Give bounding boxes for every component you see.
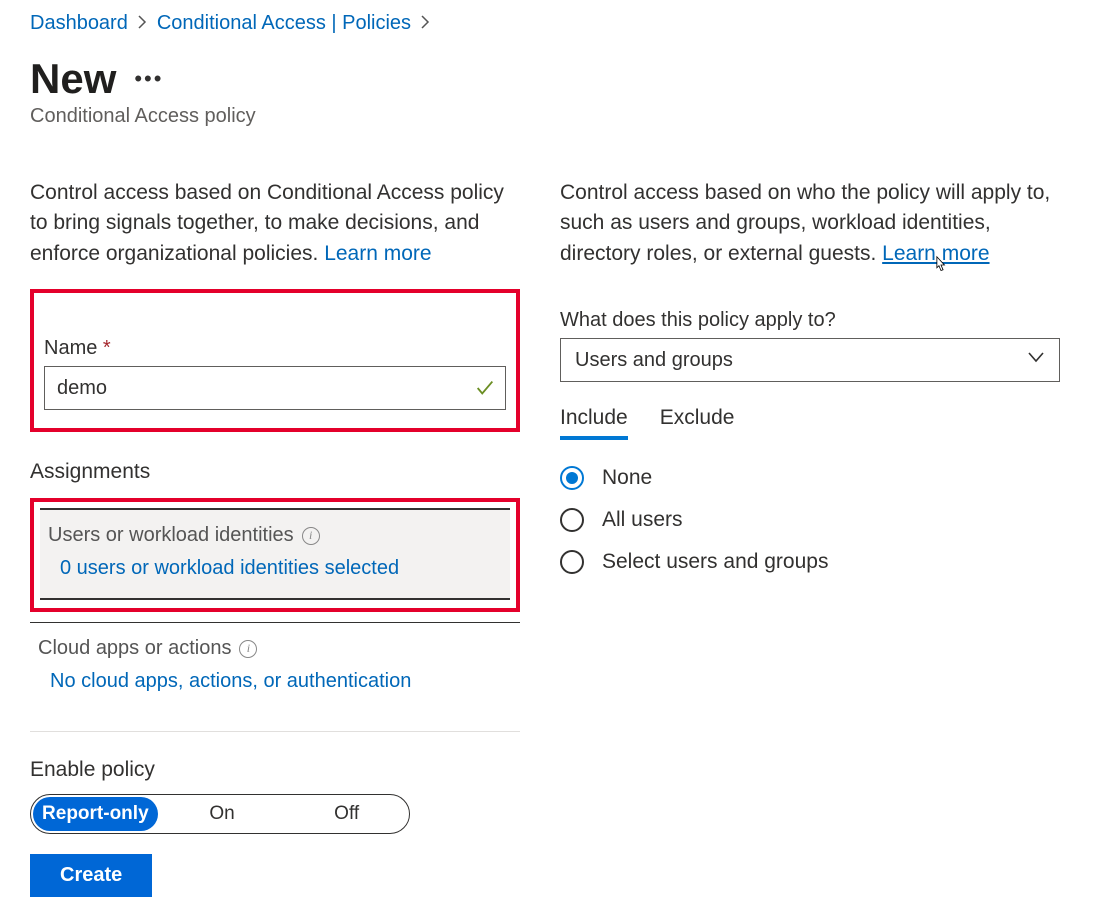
include-radio-group: None All users Select users and groups: [560, 466, 1060, 574]
tab-include[interactable]: Include: [560, 406, 628, 440]
include-exclude-tabs: Include Exclude: [560, 406, 1060, 440]
assignments-heading: Assignments: [30, 460, 520, 484]
chevron-down-icon: [1027, 348, 1045, 372]
users-row-highlight: Users or workload identities i 0 users o…: [30, 498, 520, 612]
cloud-apps-row[interactable]: Cloud apps or actions i No cloud apps, a…: [30, 622, 520, 711]
radio-select-users-label: Select users and groups: [602, 550, 828, 574]
toggle-off[interactable]: Off: [284, 797, 409, 831]
chevron-right-icon: [138, 15, 147, 32]
users-row-title: Users or workload identities: [48, 524, 294, 547]
checkmark-icon: [474, 377, 496, 399]
page-title: New: [30, 55, 116, 103]
apply-to-label: What does this policy apply to?: [560, 309, 1060, 332]
info-icon[interactable]: i: [239, 640, 257, 658]
enable-policy-label: Enable policy: [30, 758, 520, 782]
page-subtitle: Conditional Access policy: [30, 105, 1081, 128]
chevron-right-icon: [421, 15, 430, 32]
users-selected-link[interactable]: 0 users or workload identities selected: [48, 557, 502, 580]
radio-select-users[interactable]: Select users and groups: [560, 550, 1060, 574]
cloud-apps-title: Cloud apps or actions: [38, 637, 231, 660]
name-field-highlight: Name: [30, 289, 520, 432]
tab-exclude[interactable]: Exclude: [660, 406, 735, 440]
breadcrumb-conditional-access[interactable]: Conditional Access | Policies: [157, 12, 411, 35]
create-button[interactable]: Create: [30, 854, 152, 897]
learn-more-link-right[interactable]: Learn more: [882, 242, 989, 265]
cloud-apps-link[interactable]: No cloud apps, actions, or authenticatio…: [38, 670, 512, 693]
enable-policy-toggle[interactable]: Report-only On Off: [30, 794, 410, 834]
breadcrumb: Dashboard Conditional Access | Policies: [30, 12, 1081, 35]
learn-more-link[interactable]: Learn more: [324, 242, 431, 265]
left-description: Control access based on Conditional Acce…: [30, 178, 520, 269]
radio-none-label: None: [602, 466, 652, 490]
radio-none[interactable]: None: [560, 466, 1060, 490]
radio-all-users-label: All users: [602, 508, 683, 532]
toggle-report-only[interactable]: Report-only: [33, 797, 158, 831]
toggle-on[interactable]: On: [160, 797, 285, 831]
breadcrumb-dashboard[interactable]: Dashboard: [30, 12, 128, 35]
right-description: Control access based on who the policy w…: [560, 178, 1060, 269]
more-actions-button[interactable]: •••: [134, 66, 163, 92]
info-icon[interactable]: i: [302, 527, 320, 545]
apply-to-select[interactable]: Users and groups: [560, 338, 1060, 382]
name-label: Name: [44, 337, 506, 360]
apply-to-value: Users and groups: [575, 349, 733, 372]
users-or-workload-row[interactable]: Users or workload identities i 0 users o…: [40, 508, 510, 600]
policy-name-input[interactable]: [44, 366, 506, 410]
radio-all-users[interactable]: All users: [560, 508, 1060, 532]
